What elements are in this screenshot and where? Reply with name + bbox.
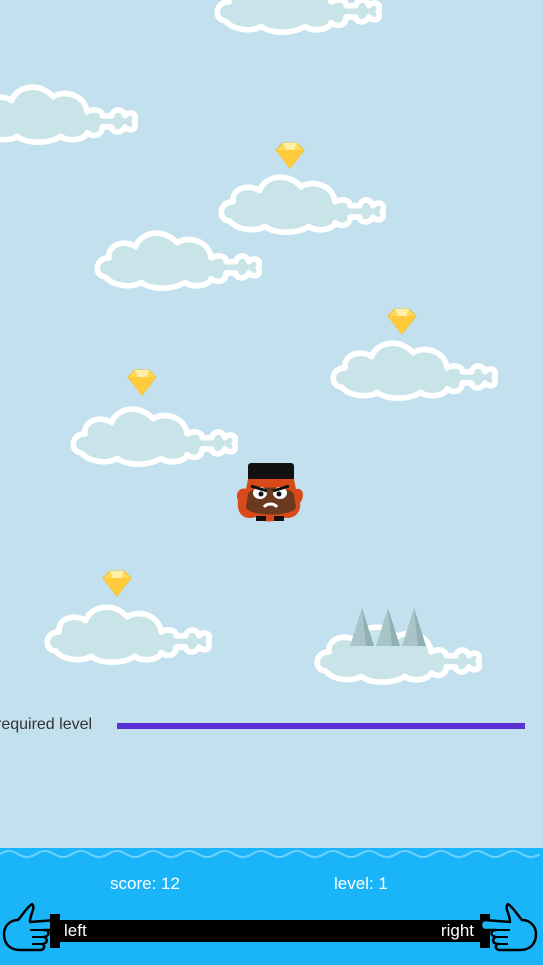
water-waves — [0, 848, 543, 858]
required-level-line — [117, 723, 525, 729]
right-hand-icon[interactable] — [479, 900, 540, 956]
spike-hazard-icon — [348, 606, 432, 646]
cloud-platform — [70, 392, 240, 472]
gem-icon — [270, 140, 310, 170]
left-control-label[interactable]: left — [64, 921, 87, 941]
right-control-label[interactable]: right — [441, 921, 474, 941]
control-bar[interactable]: left right — [52, 920, 490, 942]
gem-icon — [97, 568, 137, 598]
cloud-platform — [0, 70, 140, 150]
cloud-platform — [94, 216, 264, 296]
gem-icon — [122, 367, 162, 397]
gem-icon — [382, 306, 422, 336]
required-level-label: required level — [0, 716, 93, 733]
score-label: score: 12 — [110, 874, 180, 893]
level-label: level: 1 — [334, 874, 388, 893]
cloud-platform — [214, 0, 384, 40]
player-character — [234, 461, 304, 523]
cloud-platform — [330, 326, 500, 406]
water-hud: score: 12 level: 1 left right — [0, 848, 543, 965]
cloud-platform — [44, 590, 214, 670]
